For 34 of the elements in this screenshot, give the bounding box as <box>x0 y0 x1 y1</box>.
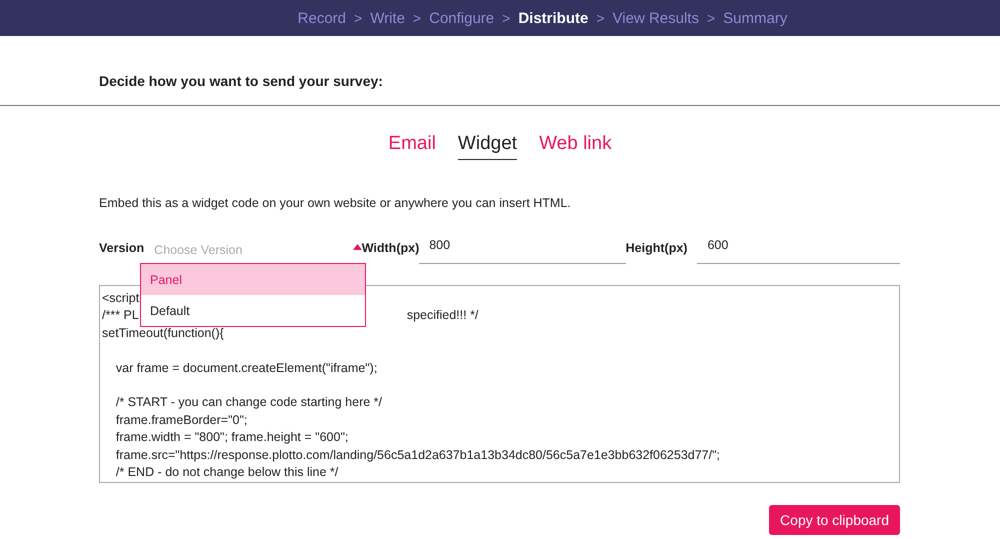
field-label: Height(px) <box>626 241 688 257</box>
dropdown-option[interactable]: Panel <box>141 264 365 295</box>
code-line: frame.frameBorder="0"; <box>114 412 248 429</box>
step-link[interactable]: Configure <box>429 10 494 26</box>
caret-icon <box>352 244 362 250</box>
method-tab[interactable]: Email <box>388 133 436 160</box>
step-link[interactable]: Write <box>370 10 405 26</box>
step-link[interactable]: Summary <box>723 10 788 26</box>
step-link[interactable]: Distribute <box>518 10 588 26</box>
field-label: Version <box>99 241 144 257</box>
page-heading: Decide how you want to send your survey: <box>0 36 1000 106</box>
description-text: Embed this as a widget code on your own website or anywhere you can insert HTML. <box>99 196 572 210</box>
code-textarea[interactable] <box>99 285 900 483</box>
chevron-separator: > <box>354 10 362 26</box>
code-line: /* END - do not change below this line */ <box>114 464 338 481</box>
chevron-separator: > <box>706 10 716 26</box>
code-line: <script <box>102 290 140 307</box>
code-line: frame.src="https://response.plotto.com/landing/56c5a1d2a637b1a13b34dc80/56c5a7e1e3bb632f06253d77/"; <box>114 446 720 464</box>
chevron-separator: > <box>412 10 422 26</box>
copy-button[interactable]: Copy to clipboard <box>769 505 900 535</box>
code-line: frame.width = "800"; frame.height = "600"; <box>114 429 348 446</box>
chevron-separator: > <box>502 10 510 26</box>
code-line: setTimeout(function(){ <box>102 324 224 342</box>
method-tab[interactable]: Web link <box>539 133 612 160</box>
field-label: Width(px) <box>362 241 420 257</box>
code-line: var frame = document.createElement("iframe"); <box>114 360 378 377</box>
code-line: /*** PL <box>102 307 139 324</box>
step-link[interactable]: Record <box>298 10 346 26</box>
code-line: specified!!! */ <box>406 307 478 324</box>
code-line: /* START - you can change code starting here */ <box>114 394 382 412</box>
chevron-separator: > <box>596 10 605 26</box>
version-select[interactable]: Choose Version <box>154 236 362 264</box>
step-link[interactable]: View Results <box>612 10 699 26</box>
method-tab[interactable]: Widget <box>458 133 518 160</box>
